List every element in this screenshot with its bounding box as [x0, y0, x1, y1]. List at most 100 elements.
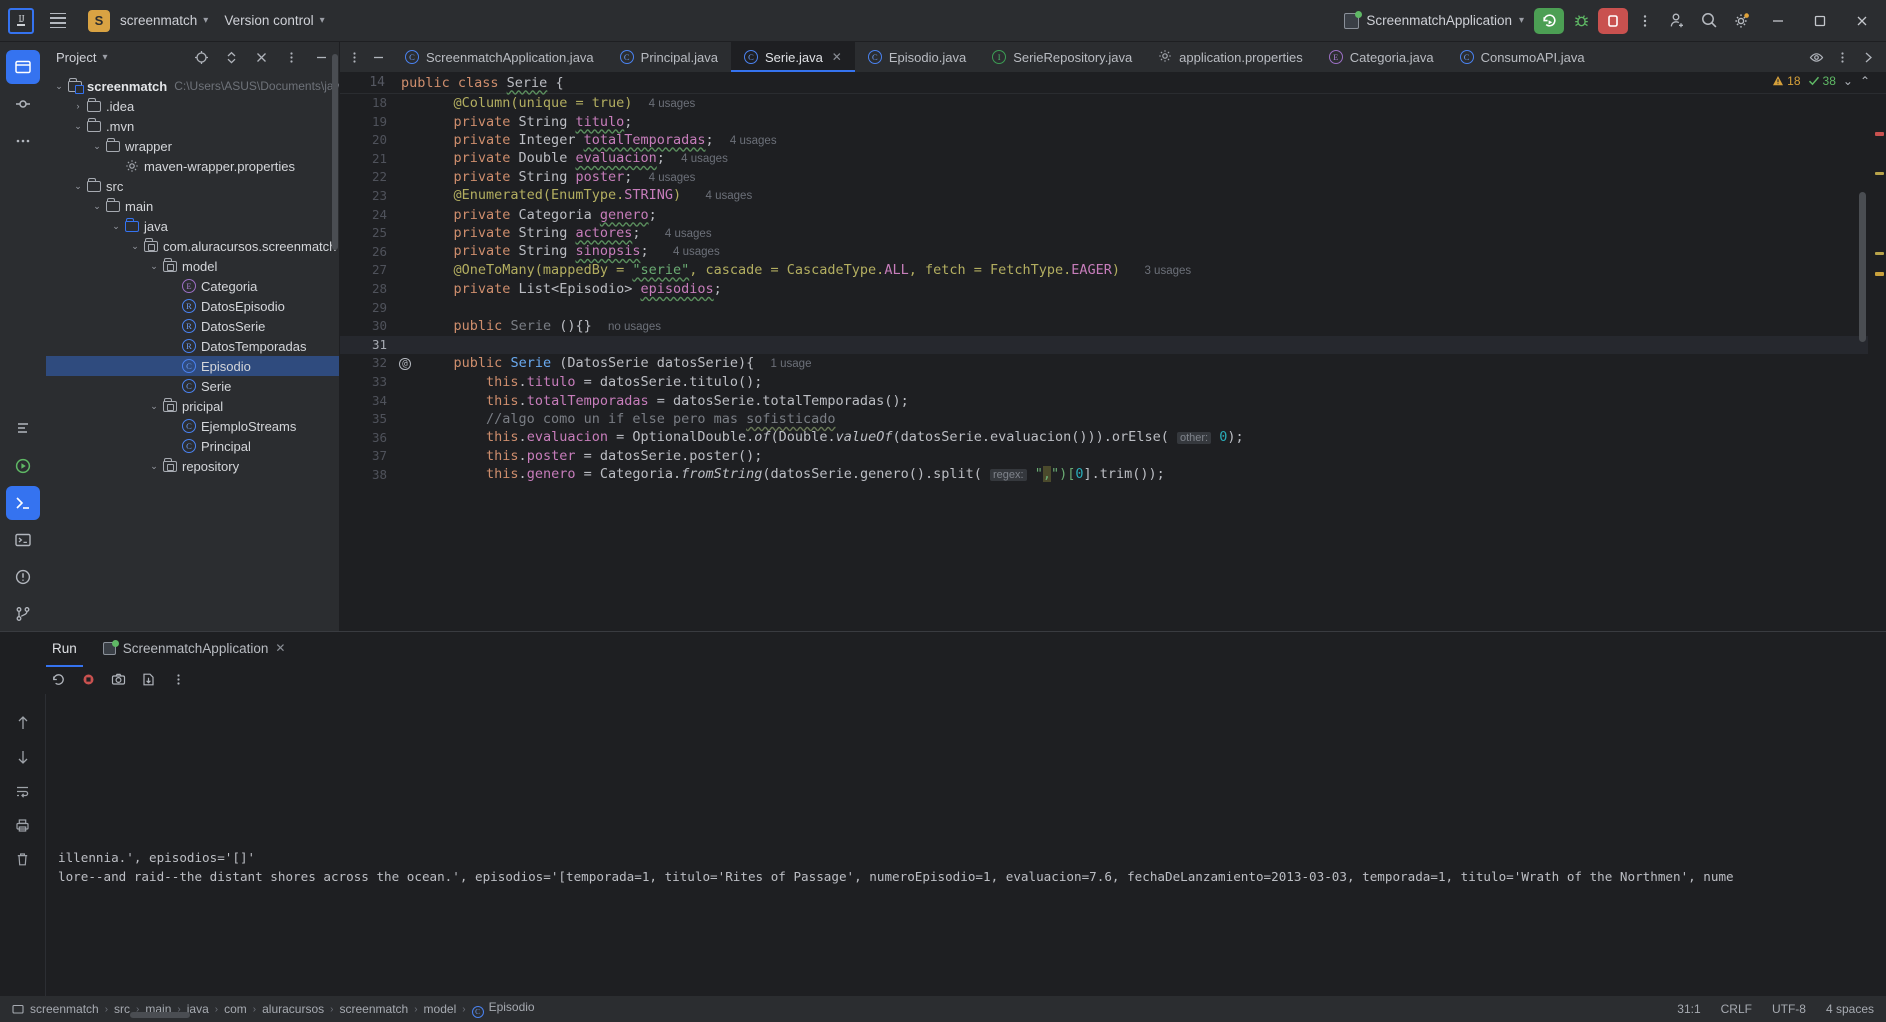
code-line[interactable]: 19 private String titulo; — [340, 113, 1886, 132]
hide-panel-button[interactable] — [249, 45, 273, 69]
editor-tab-serie-java[interactable]: C Serie.java ✕ — [730, 42, 855, 72]
scroll-up-button[interactable] — [11, 712, 35, 734]
tree-item-java[interactable]: ⌄ java — [46, 216, 339, 236]
code-line[interactable]: 31 — [340, 335, 1886, 355]
tab-run[interactable]: Run — [46, 636, 83, 667]
code-line[interactable]: 36 this.evaluacion = OptionalDouble.of(D… — [340, 429, 1886, 448]
code-line[interactable]: 34 this.totalTemporadas = datosSerie.tot… — [340, 392, 1886, 411]
code-line[interactable]: 30 public Serie (){} no usages — [340, 317, 1886, 336]
tree-item-wrapper[interactable]: ⌄ wrapper — [46, 136, 339, 156]
code-line[interactable]: 20 private Integer totalTemporadas; 4 us… — [340, 131, 1886, 150]
commit-tool-button[interactable] — [6, 87, 40, 121]
settings-button[interactable] — [1726, 7, 1756, 35]
tree-item-datosserie[interactable]: R DatosSerie — [46, 316, 339, 336]
tree-item-model[interactable]: ⌄ model — [46, 256, 339, 276]
breadcrumb-item-episodio[interactable]: C Episodio — [471, 1000, 535, 1018]
structure-tool-button[interactable] — [6, 412, 40, 446]
select-opened-file-button[interactable] — [189, 45, 213, 69]
code-lines[interactable]: 18 @Column(unique = true) 4 usages 19 pri… — [340, 72, 1886, 631]
preview-button[interactable] — [1804, 45, 1828, 69]
tree-item-maven-wrapper-properties[interactable]: maven-wrapper.properties — [46, 156, 339, 176]
maximize-button[interactable] — [1800, 0, 1840, 42]
console-output[interactable]: illennia.', episodios='[]' lore--and raid… — [46, 694, 1886, 996]
code-line[interactable]: 27 @OneToMany(mappedBy = "serie", cascad… — [340, 261, 1886, 280]
expand-collapse-button[interactable] — [219, 45, 243, 69]
code-line[interactable]: 33 this.titulo = datosSerie.titulo(); — [340, 373, 1886, 392]
account-button[interactable] — [1662, 7, 1692, 35]
export-button[interactable] — [136, 667, 160, 691]
breadcrumb-item-java[interactable]: java — [187, 1002, 209, 1016]
tree-item-repository[interactable]: ⌄ repository — [46, 456, 339, 476]
tree-toggle-icon[interactable]: ⌄ — [90, 201, 104, 212]
expand-editor-button[interactable] — [1856, 45, 1880, 69]
code-line[interactable]: 21 private Double evaluacion; 4 usages — [340, 150, 1886, 169]
check-count[interactable]: 38 — [1808, 74, 1836, 88]
tree-toggle-icon[interactable]: ⌄ — [147, 261, 161, 272]
more-tools-button[interactable] — [6, 124, 40, 158]
breadcrumb-item-screenmatch[interactable]: screenmatch — [340, 1002, 409, 1016]
close-icon[interactable]: ✕ — [832, 50, 842, 64]
editor-tab-episodio-java[interactable]: C Episodio.java — [855, 42, 979, 72]
code-line[interactable]: 32 @ public Serie (DatosSerie datosSerie)… — [340, 354, 1886, 373]
tree-item-episodio[interactable]: C Episodio — [46, 356, 339, 376]
code-line[interactable]: 24 private Categoria genero; — [340, 206, 1886, 225]
warning-count[interactable]: 18 — [1772, 74, 1801, 88]
code-line[interactable]: 37 this.poster = datosSerie.poster(); — [340, 447, 1886, 466]
project-tree[interactable]: ⌄ screenmatch C:\Users\ASUS\Documents\java… — [46, 72, 339, 631]
breadcrumb-item-com[interactable]: com — [224, 1002, 247, 1016]
tab-screenmatch-application[interactable]: ScreenmatchApplication ✕ — [97, 636, 292, 661]
code-line[interactable]: 35 //algo como un if else pero mas sofis… — [340, 410, 1886, 429]
close-icon[interactable]: ✕ — [275, 641, 285, 655]
tab-list-button[interactable] — [342, 45, 366, 69]
editor-tab-serierepository-java[interactable]: I SerieRepository.java — [979, 42, 1145, 72]
run-tool-button[interactable] — [6, 449, 40, 483]
tree-item-categoria[interactable]: E Categoria — [46, 276, 339, 296]
editor-tab-application-properties[interactable]: application.properties — [1145, 42, 1316, 72]
tree-toggle-icon[interactable]: ⌄ — [109, 221, 123, 232]
tree-toggle-icon[interactable]: ⌄ — [147, 401, 161, 412]
code-line[interactable]: 28 private List<Episodio> episodios; — [340, 280, 1886, 299]
version-control-tool-button[interactable] — [6, 597, 40, 631]
more-actions-button[interactable] — [1630, 7, 1660, 35]
terminal-tool-button[interactable] — [6, 523, 40, 557]
code-line[interactable]: 29 — [340, 299, 1886, 318]
breadcrumb-item-src[interactable]: src — [114, 1002, 130, 1016]
tree-item-datostemporadas[interactable]: R DatosTemporadas — [46, 336, 339, 356]
code-line[interactable]: 26 private String sinopsis; 4 usages — [340, 243, 1886, 262]
inspection-chevron-icon[interactable]: ⌄ — [1843, 74, 1853, 88]
problems-tool-button[interactable] — [6, 560, 40, 594]
stop-button[interactable] — [76, 667, 100, 691]
inspection-widget[interactable]: 18 38 ⌄ ⌃ — [1772, 74, 1870, 88]
tree-toggle-icon[interactable]: ⌄ — [90, 141, 104, 152]
minimize-panel-button[interactable] — [309, 45, 333, 69]
tree-item-com-aluracursos-screenmatch[interactable]: ⌄ com.aluracursos.screenmatch — [46, 236, 339, 256]
minimize-button[interactable] — [1758, 0, 1798, 42]
code-line[interactable]: 22 private String poster; 4 usages — [340, 168, 1886, 187]
main-menu-button[interactable] — [44, 8, 72, 34]
tree-item-principal[interactable]: C Principal — [46, 436, 339, 456]
run-button[interactable] — [1534, 7, 1564, 34]
tree-item-ejemplostreams[interactable]: C EjemploStreams — [46, 416, 339, 436]
tree-item-serie[interactable]: C Serie — [46, 376, 339, 396]
project-name-dropdown[interactable]: screenmatch ▾ — [114, 9, 214, 32]
tree-item--idea[interactable]: › .idea — [46, 96, 339, 116]
run-dashboard-button[interactable] — [6, 486, 40, 520]
console-horizontal-scrollbar[interactable] — [130, 1012, 190, 1018]
caret-position[interactable]: 31:1 — [1677, 1002, 1700, 1016]
code-line[interactable]: 38 this.genero = Categoria.fromString(da… — [340, 466, 1886, 485]
code-line[interactable]: 25 private String actores; 4 usages — [340, 224, 1886, 243]
clear-all-button[interactable] — [11, 848, 35, 870]
tree-item-pricipal[interactable]: ⌄ pricipal — [46, 396, 339, 416]
editor-vertical-scrollbar[interactable] — [1859, 192, 1866, 342]
tree-item-datosepisodio[interactable]: R DatosEpisodio — [46, 296, 339, 316]
project-tool-button[interactable] — [6, 50, 40, 84]
more-options-button[interactable] — [279, 45, 303, 69]
breadcrumb-item-model[interactable]: model — [424, 1002, 457, 1016]
tree-toggle-icon[interactable]: ⌄ — [71, 121, 85, 132]
tree-item-src[interactable]: ⌄ src — [46, 176, 339, 196]
search-button[interactable] — [1694, 7, 1724, 35]
tree-toggle-icon[interactable]: ⌄ — [52, 81, 66, 92]
version-control-dropdown[interactable]: Version control ▾ — [218, 9, 330, 32]
debug-button[interactable] — [1566, 8, 1596, 34]
hide-tabs-button[interactable] — [366, 45, 390, 69]
